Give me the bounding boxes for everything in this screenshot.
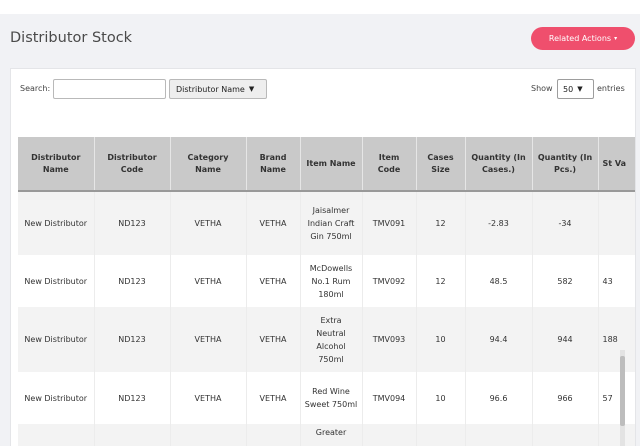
table-cell: Red Wine Sweet 750ml: [300, 372, 363, 424]
chevron-down-icon: ▼: [577, 85, 583, 93]
table-cell: 12: [416, 255, 466, 307]
table-cell: VETHA: [246, 191, 301, 255]
table-row: Greater: [18, 424, 635, 446]
table-cell: 48.5: [465, 255, 533, 307]
search-label: Search:: [20, 84, 51, 93]
table-cell: 10: [416, 372, 466, 424]
table-cell: ND123: [94, 372, 171, 424]
table-cell: VETHA: [170, 255, 247, 307]
table-cell: TMV091: [362, 191, 417, 255]
table-cell: TMV092: [362, 255, 417, 307]
table-cell: VETHA: [170, 307, 247, 372]
table-cell: New Distributor: [18, 191, 95, 255]
table-row: New Distributor ND123 VETHA VETHA McDowe…: [18, 255, 635, 307]
filter-selected-value: Distributor Name: [176, 84, 245, 94]
table-cell: TMV093: [362, 307, 417, 372]
column-header[interactable]: Item Code: [362, 137, 417, 192]
table-cell: McDowells No.1 Rum 180ml: [300, 255, 363, 307]
table-container: Distributor Name Distributor Code Catego…: [18, 137, 635, 446]
table-row: New Distributor ND123 VETHA VETHA Extra …: [18, 307, 635, 372]
table-cell: New Distributor: [18, 255, 95, 307]
table-cell: VETHA: [246, 255, 301, 307]
table-header-row: Distributor Name Distributor Code Catego…: [18, 137, 635, 192]
table-cell: 96.6: [465, 372, 533, 424]
table-cell: -34: [532, 191, 599, 255]
scrollbar-thumb[interactable]: [620, 356, 625, 426]
table-cell: [416, 424, 466, 446]
related-actions-label: Related Actions: [548, 34, 612, 43]
table-row: New Distributor ND123 VETHA VETHA Jaisal…: [18, 191, 635, 255]
show-label: Show: [531, 84, 553, 93]
table-cell: 944: [532, 307, 599, 372]
related-actions-button[interactable]: Related Actions ▾: [531, 27, 635, 50]
table-row: New Distributor ND123 VETHA VETHA Red Wi…: [18, 372, 635, 424]
table-cell: [465, 424, 533, 446]
chevron-down-icon: ▼: [248, 85, 255, 93]
table-cell: [94, 424, 171, 446]
filter-select[interactable]: Distributor Name ▼: [169, 79, 267, 99]
column-header[interactable]: Quantity (In Cases.): [465, 137, 533, 192]
page-title: Distributor Stock: [10, 30, 133, 46]
table-cell: New Distributor: [18, 372, 95, 424]
top-bar: [0, 0, 640, 14]
table-cell: 94.4: [465, 307, 533, 372]
column-header[interactable]: Cases Size: [416, 137, 466, 192]
table-cell: [18, 424, 95, 446]
table-cell: New Distributor: [18, 307, 95, 372]
table-cell: VETHA: [170, 372, 247, 424]
table-cell: ND123: [94, 307, 171, 372]
table-cell: [532, 424, 599, 446]
search-input[interactable]: [53, 79, 166, 99]
table-cell: 582: [532, 255, 599, 307]
stock-table: Distributor Name Distributor Code Catego…: [18, 137, 635, 446]
table-cell: Jaisalmer Indian Craft Gin 750ml: [300, 191, 363, 255]
column-header[interactable]: St Va: [598, 137, 635, 192]
column-header[interactable]: Quantity (In Pcs.): [532, 137, 599, 192]
column-header[interactable]: Category Name: [170, 137, 247, 192]
table-cell: ND123: [94, 191, 171, 255]
caret-down-icon: ▾: [614, 35, 618, 42]
table-cell: Extra Neutral Alcohol 750ml: [300, 307, 363, 372]
entries-label: entries: [597, 84, 625, 93]
column-header[interactable]: Item Name: [300, 137, 363, 192]
table-cell: [170, 424, 247, 446]
table-cell: 10: [416, 307, 466, 372]
table-cell: 188: [598, 307, 635, 372]
table-cell: 43: [598, 255, 635, 307]
table-cell: VETHA: [170, 191, 247, 255]
table-cell: VETHA: [246, 307, 301, 372]
table-cell: [598, 424, 635, 446]
table-cell: ND123: [94, 255, 171, 307]
column-header[interactable]: Brand Name: [246, 137, 301, 192]
table-cell: VETHA: [246, 372, 301, 424]
stock-panel: Search: Distributor Name ▼ Show 50 ▼ ent…: [10, 68, 636, 446]
table-cell: TMV094: [362, 372, 417, 424]
table-cell: 12: [416, 191, 466, 255]
column-header[interactable]: Distributor Name: [18, 137, 95, 192]
table-cell: [598, 191, 635, 255]
table-cell: 966: [532, 372, 599, 424]
table-cell: 57: [598, 372, 635, 424]
table-cell: [246, 424, 301, 446]
entries-selected-value: 50: [563, 84, 574, 94]
entries-select[interactable]: 50 ▼: [557, 79, 594, 99]
table-cell: -2.83: [465, 191, 533, 255]
column-header[interactable]: Distributor Code: [94, 137, 171, 192]
table-cell: Greater: [300, 424, 363, 446]
table-cell: [362, 424, 417, 446]
